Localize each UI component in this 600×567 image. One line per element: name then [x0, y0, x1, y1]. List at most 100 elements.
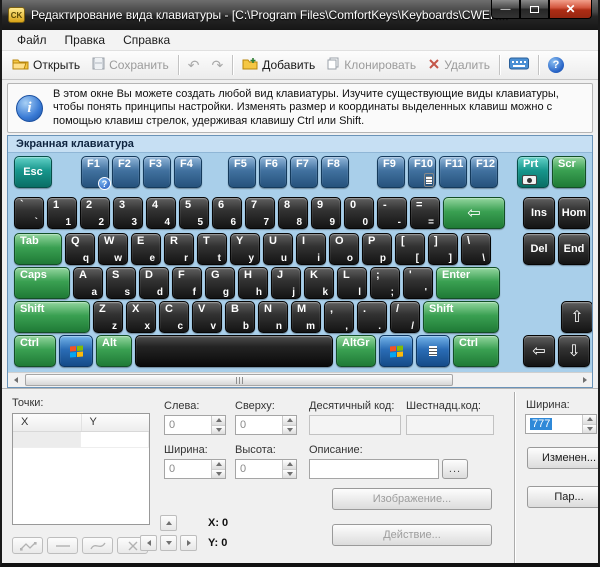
add-button[interactable]: Добавить [236, 54, 321, 76]
params-button[interactable]: Пар... [527, 486, 600, 508]
key-s[interactable]: Ss [106, 267, 136, 299]
key-lbracket[interactable]: [[ [395, 233, 425, 265]
key-alt[interactable]: Alt [96, 335, 132, 367]
key-f2[interactable]: F2 [112, 156, 140, 188]
key-shift-left[interactable]: Shift [14, 301, 90, 333]
key-m[interactable]: Mm [291, 301, 321, 333]
key-digit4[interactable]: 44 [146, 197, 176, 229]
key-ctrl-right[interactable]: Ctrl [453, 335, 499, 367]
minimize-button[interactable]: — [491, 0, 520, 19]
menu-file[interactable]: Файл [8, 31, 56, 49]
spin-down-button[interactable] [212, 470, 225, 479]
key-digit2[interactable]: 22 [80, 197, 110, 229]
key-i[interactable]: Ii [296, 233, 326, 265]
straight-segment-button[interactable] [47, 537, 78, 554]
cell-y[interactable] [81, 432, 149, 447]
spin-down-button[interactable] [212, 426, 225, 435]
column-y[interactable]: Y [82, 414, 150, 431]
kb-width-spinner[interactable]: 777 [525, 414, 597, 434]
menu-help[interactable]: Справка [114, 31, 179, 49]
key-f6[interactable]: F6 [259, 156, 287, 188]
spin-up-button[interactable] [283, 460, 296, 470]
key-arrow-down[interactable]: ⇩ [558, 335, 590, 367]
save-button[interactable]: Сохранить [86, 54, 175, 76]
nudge-right-button[interactable] [180, 535, 197, 551]
key-n[interactable]: Nn [258, 301, 288, 333]
decimal-code-field[interactable] [309, 415, 401, 435]
key-digit0[interactable]: 00 [344, 197, 374, 229]
key-o[interactable]: Oo [329, 233, 359, 265]
key-prtsc[interactable]: Prt [517, 156, 549, 188]
key-q[interactable]: Qq [65, 233, 95, 265]
keyboard-view-button[interactable] [503, 54, 535, 76]
key-digit5[interactable]: 55 [179, 197, 209, 229]
key-f9[interactable]: F9 [377, 156, 405, 188]
hex-code-field[interactable] [406, 415, 494, 435]
key-u[interactable]: Uu [263, 233, 293, 265]
key-minus[interactable]: -- [377, 197, 407, 229]
title-bar[interactable]: CK Редактирование вида клавиатуры - [C:\… [2, 0, 598, 30]
key-digit3[interactable]: 33 [113, 197, 143, 229]
spin-down-button[interactable] [583, 425, 596, 434]
spin-up-button[interactable] [212, 460, 225, 470]
column-x[interactable]: X [13, 414, 82, 431]
key-altgr[interactable]: AltGr [336, 335, 376, 367]
key-f10[interactable]: F10 [408, 156, 436, 188]
open-button[interactable]: Открыть [6, 54, 86, 76]
key-backslash[interactable]: \\ [461, 233, 491, 265]
key-f12[interactable]: F12 [470, 156, 498, 188]
key-p[interactable]: Pp [362, 233, 392, 265]
key-win-right[interactable] [379, 335, 413, 367]
add-point-button[interactable] [12, 537, 43, 554]
nudge-up-button[interactable] [160, 515, 177, 531]
key-end[interactable]: End [558, 233, 590, 265]
key-e[interactable]: Ee [131, 233, 161, 265]
scroll-right-button[interactable] [577, 373, 592, 387]
key-c[interactable]: Cc [159, 301, 189, 333]
left-spinner[interactable]: 0 [164, 415, 226, 435]
maximize-button[interactable] [520, 0, 549, 19]
key-caps[interactable]: Caps [14, 267, 70, 299]
key-v[interactable]: Vv [192, 301, 222, 333]
key-arrow-left[interactable]: ⇦ [523, 335, 555, 367]
description-field[interactable] [309, 459, 439, 479]
key-r[interactable]: Rr [164, 233, 194, 265]
key-digit8[interactable]: 88 [278, 197, 308, 229]
key-backquote[interactable]: `` [14, 197, 44, 229]
key-j[interactable]: Jj [271, 267, 301, 299]
table-row[interactable] [13, 432, 149, 448]
width-spinner[interactable]: 0 [164, 459, 226, 479]
key-slash[interactable]: // [390, 301, 420, 333]
key-f11[interactable]: F11 [439, 156, 467, 188]
redo-button[interactable]: ↷ [206, 56, 230, 74]
nudge-down-button[interactable] [160, 535, 177, 551]
key-rbracket[interactable]: ]] [428, 233, 458, 265]
key-ins[interactable]: Ins [523, 197, 555, 229]
key-space[interactable] [135, 335, 333, 367]
key-home[interactable]: Hom [558, 197, 590, 229]
key-w[interactable]: Ww [98, 233, 128, 265]
key-semicolon[interactable]: ;; [370, 267, 400, 299]
scroll-left-button[interactable] [8, 373, 23, 387]
key-tab[interactable]: Tab [14, 233, 62, 265]
top-spinner[interactable]: 0 [235, 415, 297, 435]
key-z[interactable]: Zz [93, 301, 123, 333]
key-f3[interactable]: F3 [143, 156, 171, 188]
undo-button[interactable]: ↶ [182, 56, 206, 74]
key-enter[interactable]: Enter [436, 267, 500, 299]
key-digit6[interactable]: 66 [212, 197, 242, 229]
key-f8[interactable]: F8 [321, 156, 349, 188]
key-g[interactable]: Gg [205, 267, 235, 299]
key-equals[interactable]: == [410, 197, 440, 229]
spin-up-button[interactable] [212, 416, 225, 426]
key-ctrl-left[interactable]: Ctrl [14, 335, 56, 367]
key-f4[interactable]: F4 [174, 156, 202, 188]
key-b[interactable]: Bb [225, 301, 255, 333]
key-shift-right[interactable]: Shift [423, 301, 499, 333]
action-button[interactable]: Действие... [332, 524, 492, 546]
spin-up-button[interactable] [583, 415, 596, 425]
image-button[interactable]: Изображение... [332, 488, 492, 510]
key-digit9[interactable]: 99 [311, 197, 341, 229]
scrollbar-thumb[interactable] [25, 374, 453, 386]
key-esc[interactable]: Esc [14, 156, 52, 188]
